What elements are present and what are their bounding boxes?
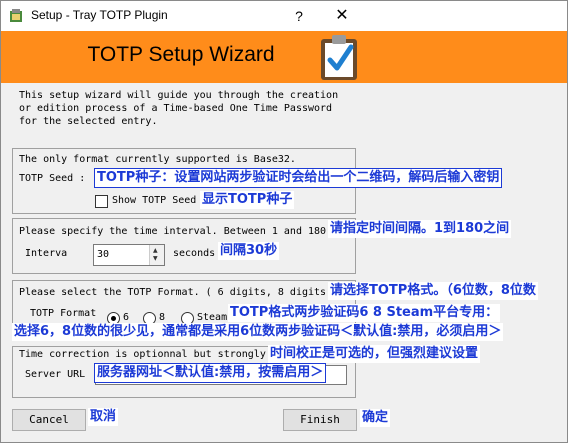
wizard-banner: TOTP Setup Wizard (1, 31, 567, 83)
seed-caption: The only format currently supported is B… (19, 154, 296, 165)
clipboard-check-icon (321, 35, 357, 80)
annotation-time: 时间校正是可选的，但强烈建议设置 (268, 345, 481, 363)
chevron-down-icon[interactable]: ▼ (153, 256, 158, 262)
annotation-show-seed: 显示TOTP种子 (200, 191, 295, 209)
wizard-title: TOTP Setup Wizard (87, 43, 275, 66)
show-seed-checkbox[interactable] (95, 195, 108, 208)
close-button[interactable]: ✕ (327, 5, 357, 27)
format-6-label[interactable]: 6 (123, 312, 129, 323)
interval-group: Please specify the time interval. Betwee… (12, 218, 356, 274)
format-steam-label[interactable]: Steam (197, 312, 227, 323)
intro-text: This setup wizard will guide you through… (19, 90, 339, 127)
format-label: TOTP Format (30, 308, 97, 319)
app-icon (10, 9, 22, 22)
annotation-interval-unit: 间隔30秒 (218, 242, 280, 260)
annotation-finish: 确定 (360, 409, 391, 427)
show-seed-label[interactable]: Show TOTP Seed (112, 195, 196, 206)
seed-label: TOTP Seed : (19, 173, 86, 184)
help-button[interactable]: ? (287, 5, 311, 27)
format-8-label[interactable]: 8 (159, 312, 165, 323)
format-caption: Please select the TOTP Format. ( 6 digit… (19, 287, 327, 298)
title-bar: Setup - Tray TOTP Plugin ? ✕ (1, 1, 567, 31)
interval-label: Interva (25, 248, 68, 259)
annotation-format: 请选择TOTP格式。（6位数，8位数 (328, 282, 538, 300)
stepper-arrows[interactable]: ▲ ▼ (149, 245, 164, 265)
annotation-format-steam: TOTP格式两步验证码6 8 Steam平台专用： (228, 304, 501, 322)
annotation-server-url: 服务器网址＜默认值:禁用，按需启用＞ (94, 363, 327, 383)
interval-caption: Please specify the time interval. Betwee… (19, 226, 327, 237)
cancel-button[interactable]: Cancel (12, 409, 86, 431)
time-caption: Time correction is optionnal but strongl… (19, 349, 266, 360)
annotation-format-note: 选择6，8位数的很少见，通常都是采用6位数两步验证码＜默认值:禁用，必须启用＞ (12, 323, 504, 341)
seconds-label: seconds (173, 248, 216, 259)
chevron-up-icon[interactable]: ▲ (153, 248, 158, 254)
finish-button[interactable]: Finish (283, 409, 357, 431)
window-title: Setup - Tray TOTP Plugin (31, 8, 168, 22)
server-url-label: Server URL (25, 369, 86, 380)
interval-value: 30 (97, 249, 110, 260)
interval-stepper[interactable]: 30 ▲ ▼ (93, 244, 165, 266)
annotation-cancel: 取消 (88, 408, 119, 426)
annotation-seed: TOTP种子：设置网站两步验证时会给出一个二维码，解码后输入密钥 (94, 168, 503, 188)
annotation-interval: 请指定时间间隔。1到180之间 (328, 220, 512, 238)
